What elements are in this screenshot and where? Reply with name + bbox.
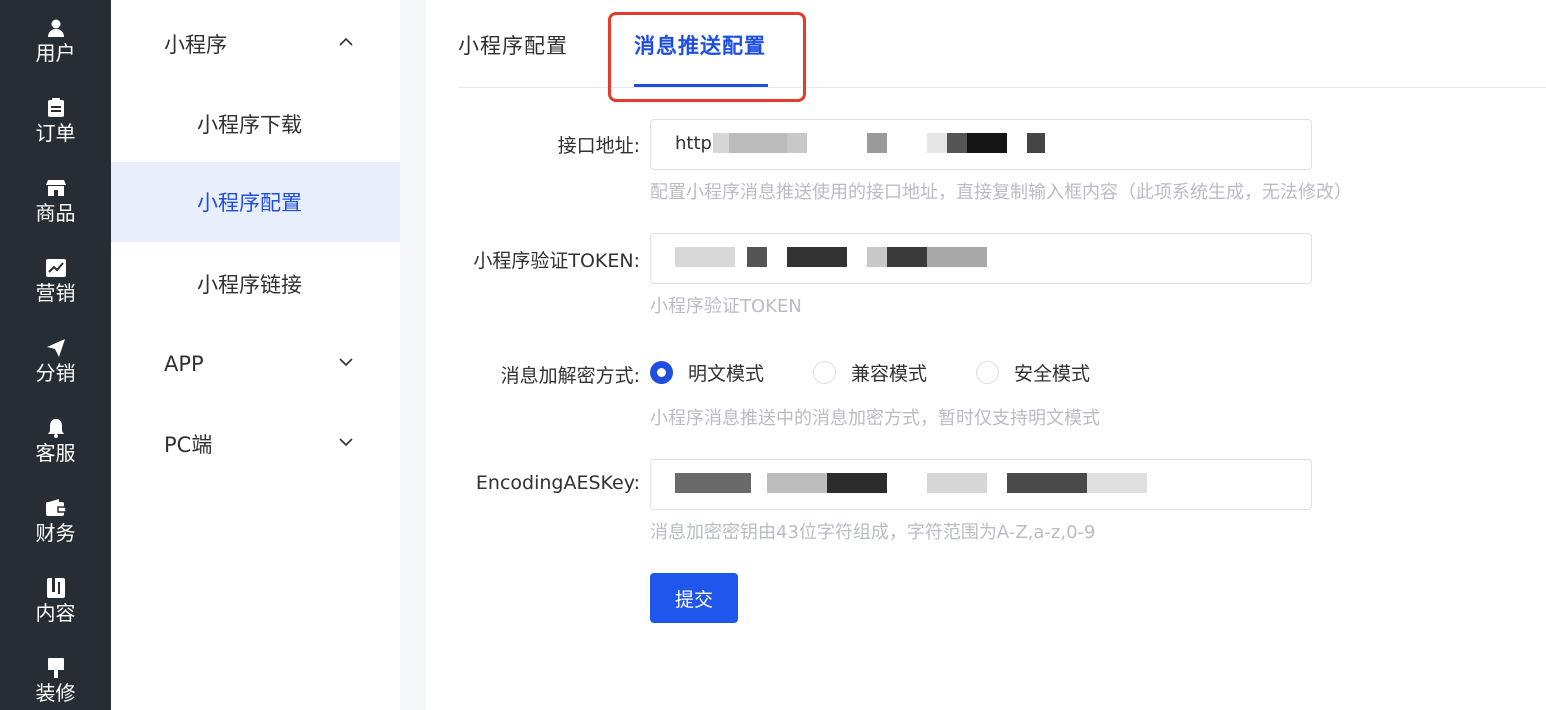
url-value: http xyxy=(675,133,712,154)
submenu-group-label: 小程序 xyxy=(164,33,227,57)
app-root: 用户 订单 商品 营销 分销 客服 财务 内容 装修 小程序 小程序下载 小程序… xyxy=(0,0,1546,710)
redacted-block xyxy=(747,247,767,267)
url-help-text: 配置小程序消息推送使用的接口地址，直接复制输入框内容（此项系统生成，无法修改） xyxy=(650,182,1352,203)
redacted-block xyxy=(767,473,827,493)
redacted-block xyxy=(675,473,751,493)
redacted-block xyxy=(729,133,789,153)
redacted-block xyxy=(787,247,847,267)
primary-sidebar: 用户 订单 商品 营销 分销 客服 财务 内容 装修 xyxy=(0,0,111,710)
tab-miniprogram-config[interactable]: 小程序配置 xyxy=(458,30,568,60)
rail-item-label: 内容 xyxy=(35,601,76,625)
rail-item-label: 用户 xyxy=(35,41,76,65)
submenu-item-label: 小程序下载 xyxy=(197,113,302,137)
redacted-block xyxy=(1027,133,1045,153)
url-label: 接口地址: xyxy=(557,135,640,157)
rail-item-service[interactable]: 客服 xyxy=(0,400,111,480)
rail-item-label: 商品 xyxy=(35,201,76,225)
send-icon xyxy=(45,337,67,359)
redacted-block xyxy=(947,133,967,153)
rail-item-marketing[interactable]: 营销 xyxy=(0,240,111,320)
brush-icon xyxy=(45,657,67,679)
chevron-down-icon xyxy=(339,438,353,447)
redacted-block xyxy=(867,247,887,267)
submenu-item-download[interactable]: 小程序下载 xyxy=(111,84,400,164)
submenu-group-miniprogram[interactable]: 小程序 xyxy=(111,4,400,84)
encryption-mode-label: 消息加解密方式: xyxy=(500,365,640,387)
rail-item-label: 营销 xyxy=(35,281,76,305)
rail-item-finance[interactable]: 财务 xyxy=(0,480,111,560)
aes-key-field[interactable] xyxy=(650,459,1312,510)
redacted-block xyxy=(827,473,887,493)
submit-button[interactable]: 提交 xyxy=(650,573,738,623)
rail-item-user[interactable]: 用户 xyxy=(0,0,111,80)
submenu-group-app[interactable]: APP xyxy=(111,324,400,404)
content-gutter xyxy=(400,0,426,710)
submenu-group-label: APP xyxy=(164,352,204,376)
aes-key-label: EncodingAESKey: xyxy=(475,472,640,494)
encryption-mode-help-text: 小程序消息推送中的消息加密方式，暂时仅支持明文模式 xyxy=(650,408,1100,429)
annotation-highlight-box xyxy=(608,12,806,102)
radio-label: 兼容模式 xyxy=(851,362,928,385)
redacted-block xyxy=(787,133,807,153)
user-icon xyxy=(45,17,67,39)
secondary-sidebar: 小程序 小程序下载 小程序配置 小程序链接 APP PC端 xyxy=(111,0,400,710)
rail-item-label: 客服 xyxy=(35,441,76,465)
rail-item-goods[interactable]: 商品 xyxy=(0,160,111,240)
url-field[interactable]: http xyxy=(650,119,1312,170)
redacted-block xyxy=(887,247,927,267)
wallet-icon xyxy=(45,497,67,519)
radio-label: 明文模式 xyxy=(688,362,765,385)
radio-dot xyxy=(813,360,836,384)
bell-icon xyxy=(45,417,67,439)
rail-item-order[interactable]: 订单 xyxy=(0,80,111,160)
chart-icon xyxy=(45,257,67,279)
redacted-block xyxy=(1087,473,1147,493)
chevron-down-icon xyxy=(339,358,353,367)
aes-key-help-text: 消息加密密钥由43位字符组成，字符范围为A-Z,a-z,0-9 xyxy=(650,522,1096,543)
token-label: 小程序验证TOKEN: xyxy=(473,250,640,272)
rail-item-label: 分销 xyxy=(35,361,76,385)
redacted-block xyxy=(675,247,735,267)
shop-icon xyxy=(45,177,67,199)
radio-dot xyxy=(976,360,999,384)
radio-label: 安全模式 xyxy=(1014,362,1091,385)
submenu-item-config[interactable]: 小程序配置 xyxy=(111,162,400,242)
radio-compatible-mode[interactable]: 兼容模式 xyxy=(813,359,927,385)
token-field[interactable] xyxy=(650,233,1312,284)
redacted-block xyxy=(967,133,1007,153)
submenu-group-pc[interactable]: PC端 xyxy=(111,404,400,484)
submenu-item-link[interactable]: 小程序链接 xyxy=(111,244,400,324)
clipboard-icon xyxy=(45,97,67,119)
rail-item-decoration[interactable]: 装修 xyxy=(0,640,111,710)
redacted-block xyxy=(927,473,987,493)
main-panel: 小程序配置 消息推送配置 接口地址: http 配置小程序消息推送使用的接口地址… xyxy=(426,0,1546,710)
redacted-block xyxy=(867,133,887,153)
rail-item-content[interactable]: 内容 xyxy=(0,560,111,640)
submenu-item-label: 小程序配置 xyxy=(197,191,302,215)
rail-item-distribution[interactable]: 分销 xyxy=(0,320,111,400)
submenu-group-label: PC端 xyxy=(164,433,213,457)
submenu-item-label: 小程序链接 xyxy=(197,273,302,297)
redacted-block xyxy=(1007,473,1087,493)
redacted-block xyxy=(927,133,947,153)
radio-secure-mode[interactable]: 安全模式 xyxy=(976,359,1090,385)
token-help-text: 小程序验证TOKEN xyxy=(650,296,802,317)
rail-item-label: 订单 xyxy=(35,121,76,145)
rail-item-label: 装修 xyxy=(35,681,76,705)
radio-dot-selected xyxy=(650,360,673,384)
redacted-block xyxy=(927,247,987,267)
rail-item-label: 财务 xyxy=(35,521,76,545)
chevron-up-icon xyxy=(339,37,353,46)
book-icon xyxy=(45,577,67,599)
radio-plaintext-mode[interactable]: 明文模式 xyxy=(650,359,764,385)
